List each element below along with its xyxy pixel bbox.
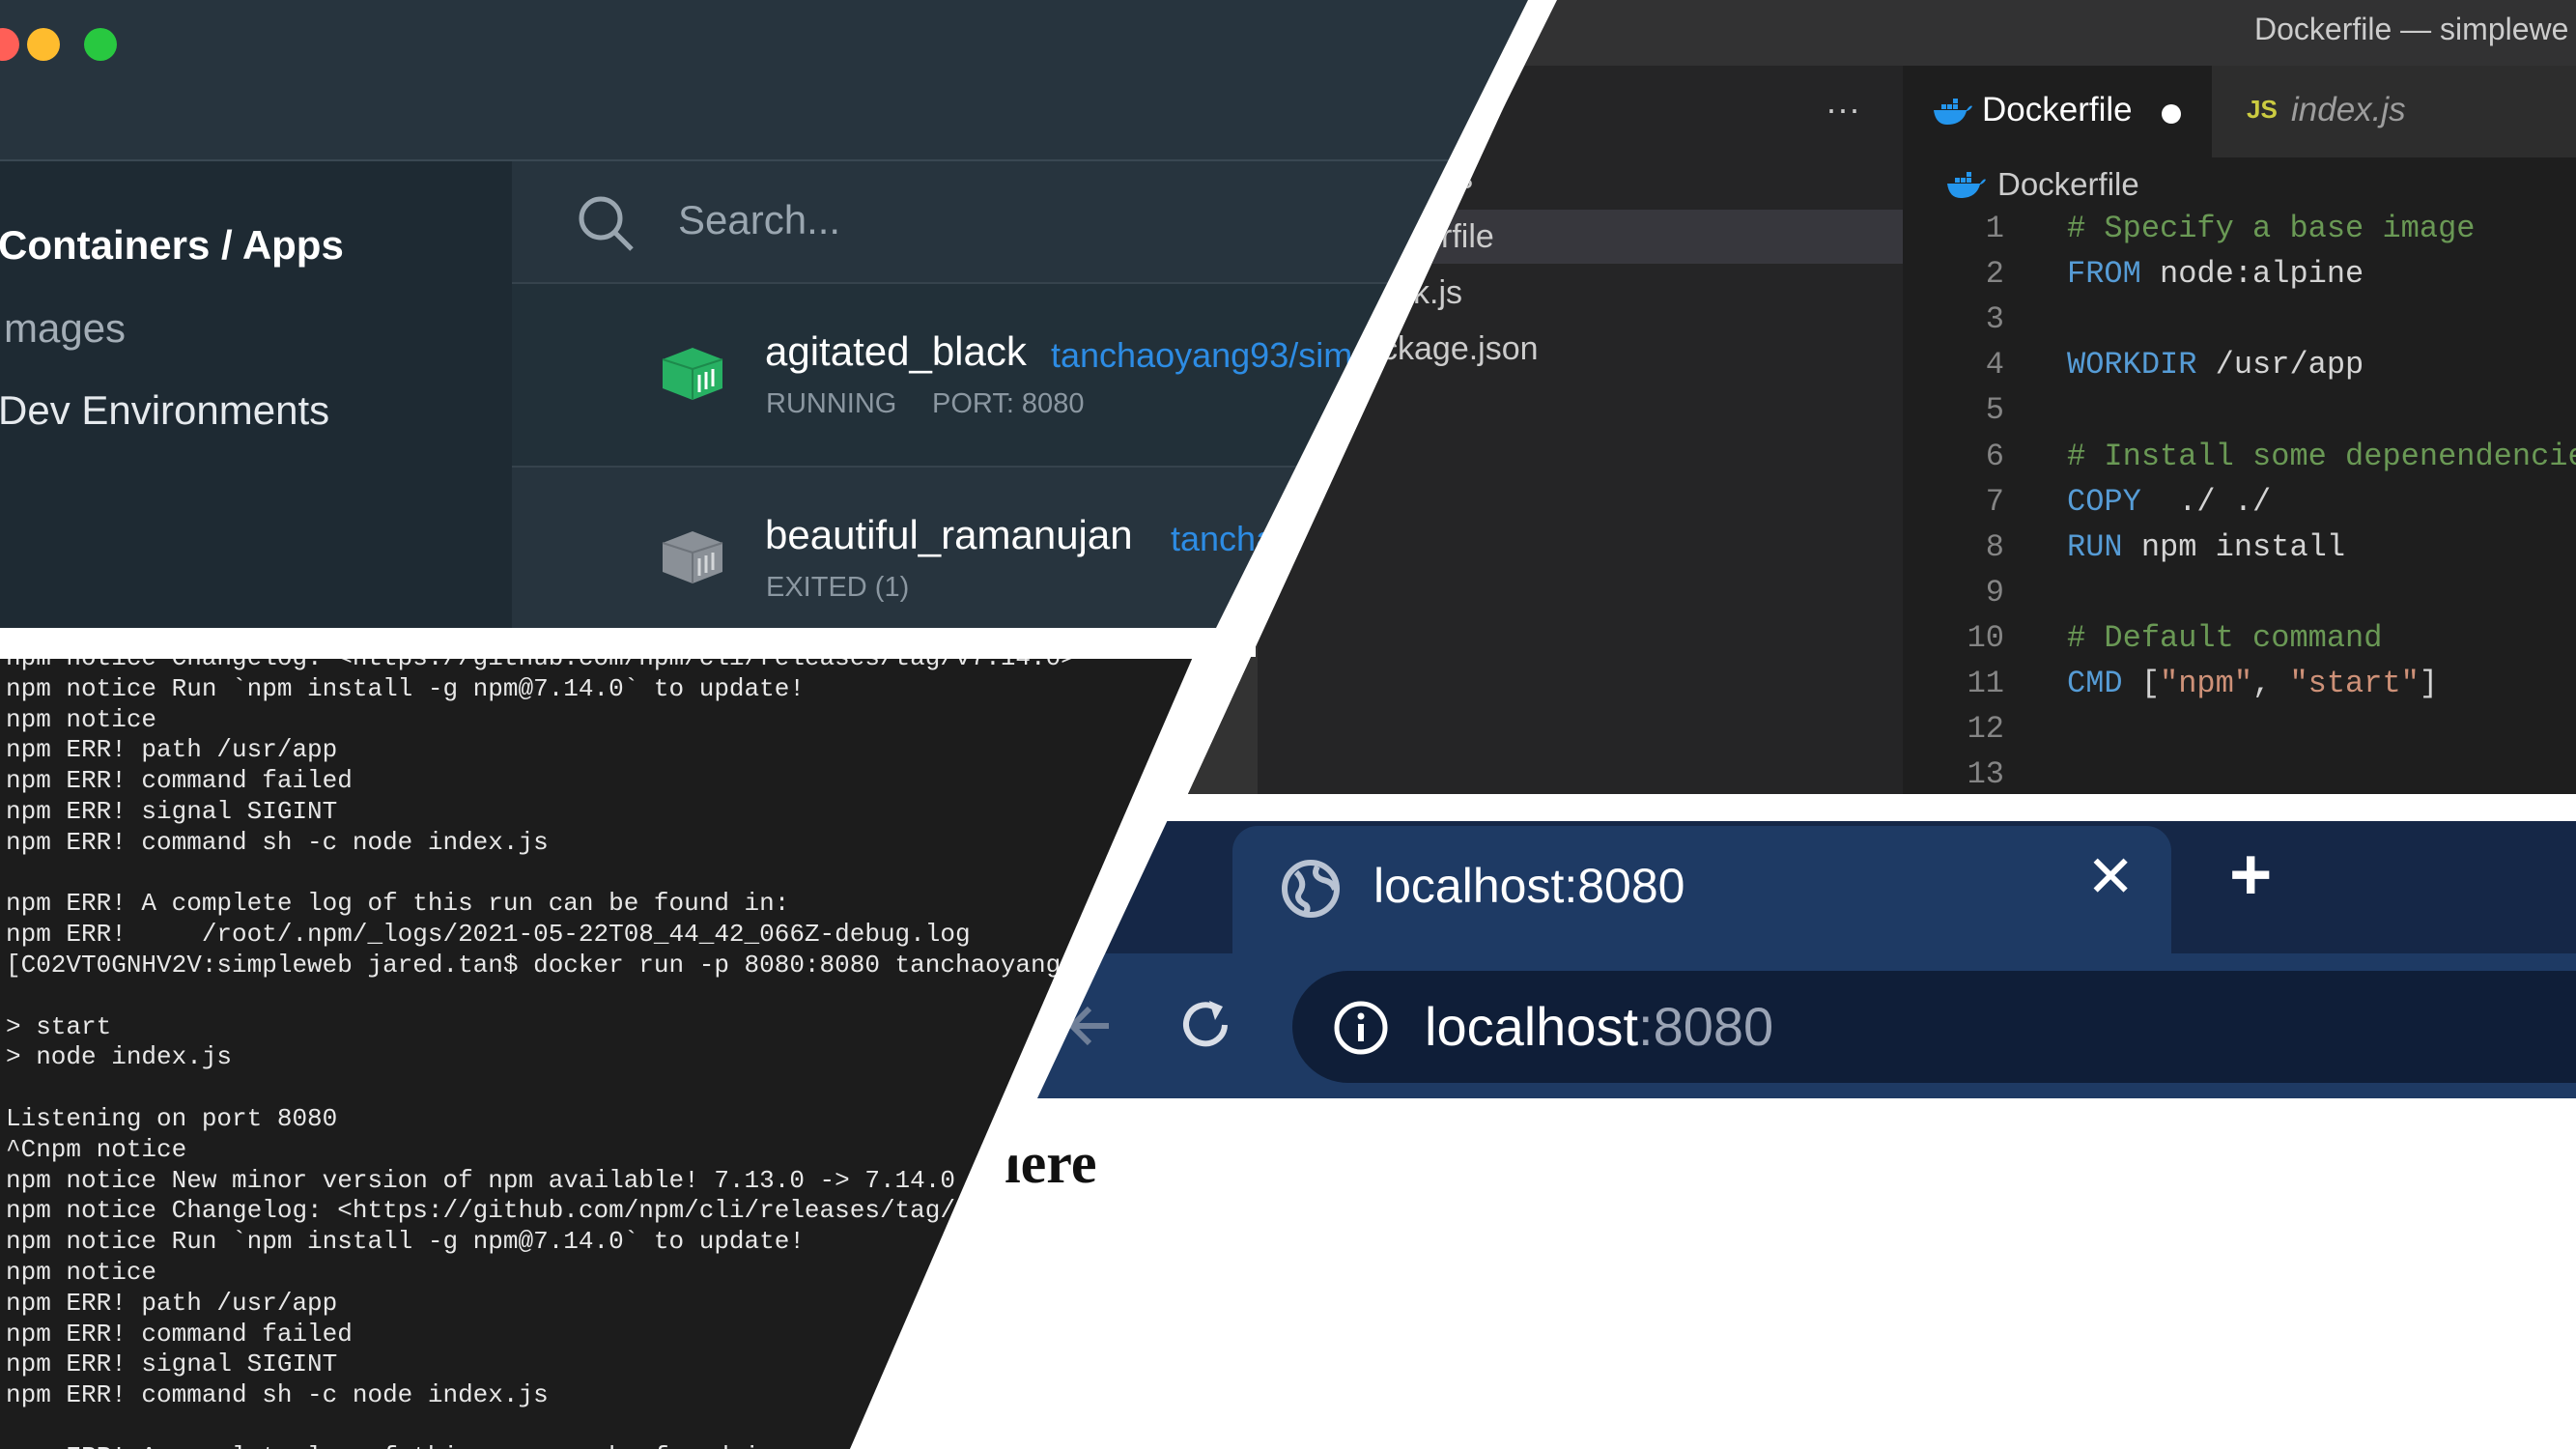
terminal-line: [C02VT0GNHV2V:simpleweb jared.tan$ docke… — [6, 950, 1242, 980]
plus-icon[interactable]: + — [2229, 838, 2272, 912]
line-number: 4 — [1985, 347, 2004, 384]
browser-tab-title: localhost:8080 — [1373, 859, 1685, 913]
terminal-line: npm ERR! command sh -c node index.js — [6, 827, 549, 857]
line-number: 11 — [1967, 666, 2004, 701]
container-status: RUNNING — [766, 388, 897, 419]
terminal-line: npm notice Run `npm install -g npm@7.14.… — [6, 673, 805, 703]
code-token: # Specify a base image — [2067, 211, 2476, 246]
tab-index-js-label: index.js — [2291, 91, 2406, 128]
line-number: 1 — [1985, 211, 2004, 246]
code-text: # Default command — [2067, 620, 2382, 656]
maximize-window-icon[interactable] — [84, 28, 117, 61]
code-text: # Specify a base image — [2067, 211, 2475, 246]
code-token: # Default command — [2067, 619, 2383, 656]
code-token: # Install some depenendencie — [2067, 438, 2576, 474]
minimize-window-icon[interactable] — [27, 28, 60, 61]
container-running-icon — [662, 348, 723, 400]
code-text: RUN npm install — [2067, 529, 2345, 565]
code-token: "npm" — [2160, 666, 2253, 701]
docker-titlebar — [0, 0, 1553, 161]
tab-dockerfile-label: Dockerfile — [1982, 91, 2133, 128]
container-name[interactable]: agitated_black — [765, 328, 1027, 375]
code-text: # Install some depenendencie — [2067, 439, 2576, 474]
url-text[interactable]: localhost:8080 — [1425, 995, 1773, 1058]
unsaved-dot-icon — [2162, 104, 2181, 124]
code-token: COPY — [2067, 483, 2141, 520]
tab-dockerfile[interactable]: Dockerfile — [1903, 66, 2212, 157]
code-token: ] — [2419, 666, 2439, 701]
code-token: npm install — [2122, 528, 2346, 565]
nav-dev-environments[interactable]: Dev Environments — [0, 387, 329, 434]
code-token: RUN — [2067, 528, 2123, 565]
terminal-line: npm ERR! A complete log of this run can … — [6, 889, 790, 919]
reload-icon[interactable] — [1176, 995, 1236, 1055]
container-status: EXITED (1) — [766, 572, 910, 603]
window-title: Dockerfile — simplewe — [2254, 12, 2569, 46]
terminal-line: npm notice — [6, 704, 157, 734]
line-number: 9 — [1985, 574, 2004, 611]
terminal-line: npm ERR! path /usr/app — [6, 735, 338, 765]
url-port: :8080 — [1638, 996, 1774, 1057]
line-number: 13 — [1967, 756, 2004, 793]
line-number: 6 — [1985, 438, 2004, 474]
search-bar[interactable] — [512, 161, 1553, 284]
line-number: 12 — [1967, 711, 2004, 748]
line-number: 5 — [1985, 392, 2004, 429]
code-text: FROM node:alpine — [2067, 256, 2364, 292]
tab-index-js[interactable]: JS index.js — [2212, 66, 2511, 157]
nav-containers-apps[interactable]: Containers / Apps — [0, 222, 344, 269]
page-content-text: ıere — [1005, 1131, 1097, 1195]
code-token: FROM — [2067, 256, 2141, 293]
code-text: WORKDIR /usr/app — [2067, 347, 2364, 383]
line-number: 7 — [1985, 483, 2004, 520]
container-image-link[interactable]: tanchaoyang93/sim — [1051, 335, 1352, 376]
code-token: [ — [2122, 666, 2161, 701]
close-icon[interactable]: ✕ — [2086, 848, 2135, 906]
more-actions-icon[interactable]: ··· — [1826, 89, 1860, 129]
terminal-line: npm ERR! signal SIGINT — [6, 796, 338, 826]
code-token: ./ ./ — [2140, 483, 2272, 520]
explorer-item-package-json[interactable]: ckage.json — [1381, 330, 1539, 368]
line-number: 10 — [1967, 619, 2004, 656]
code-token: "start" — [2289, 666, 2420, 701]
line-number: 3 — [1985, 301, 2004, 338]
url-host: localhost — [1425, 996, 1639, 1057]
terminal-line: npm ERR! command failed — [6, 766, 353, 796]
globe-icon — [1282, 860, 1340, 918]
terminal-line: npm ERR! /root/.npm/_logs/2021-05-22T08_… — [6, 920, 971, 950]
code-token: WORKDIR — [2067, 347, 2197, 384]
container-port: PORT: 8080 — [932, 388, 1085, 419]
back-icon[interactable] — [1062, 997, 1120, 1055]
container-exited-icon — [662, 531, 723, 583]
container-image-link[interactable]: tancha — [1171, 519, 1275, 559]
line-number: 8 — [1985, 528, 2004, 565]
container-name[interactable]: beautiful_ramanujan — [765, 512, 1133, 558]
docker-icon — [1934, 99, 1972, 125]
line-number: 2 — [1985, 256, 2004, 293]
js-file-icon: JS — [2247, 95, 2278, 124]
code-token: node:alpine — [2140, 256, 2364, 293]
code-token: CMD — [2067, 666, 2123, 701]
code-token: /usr/app — [2196, 347, 2364, 384]
code-token: , — [2252, 666, 2290, 701]
nav-images[interactable]: mages — [4, 305, 126, 352]
code-text: CMD ["npm", "start"] — [2067, 666, 2438, 701]
search-input[interactable]: Search... — [678, 197, 840, 243]
code-text: COPY ./ ./ — [2067, 484, 2271, 520]
info-icon[interactable] — [1333, 1000, 1389, 1056]
breadcrumb[interactable]: Dockerfile — [1997, 166, 2139, 203]
search-icon — [579, 196, 634, 251]
docker-icon — [1947, 172, 1986, 198]
